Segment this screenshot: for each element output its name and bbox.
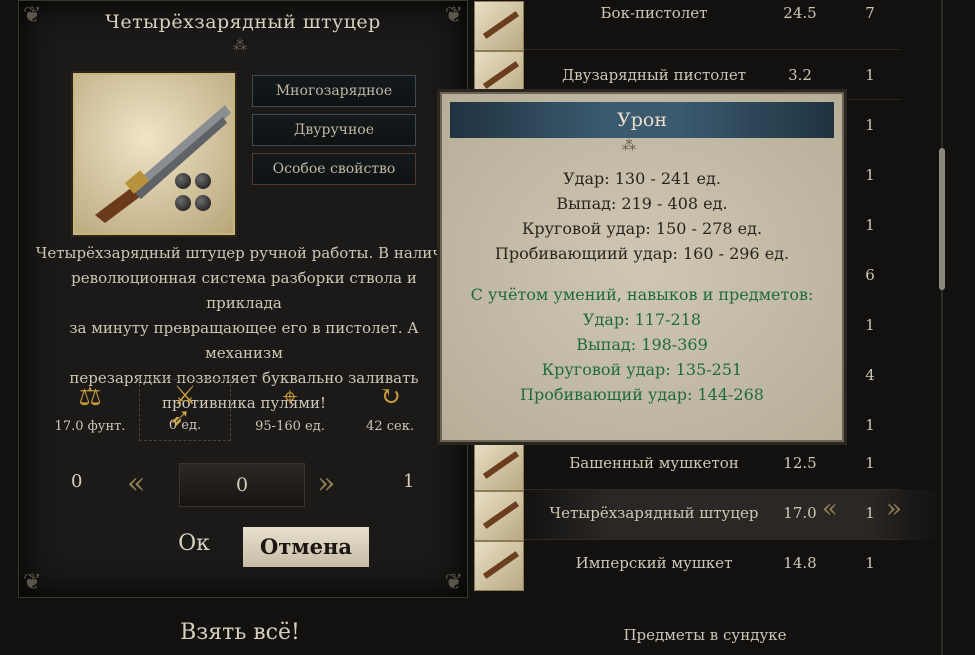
item-name: Башенный мушкетон <box>569 454 739 472</box>
damage-line: Круговой удар: 150 - 278 ед. <box>521 219 763 238</box>
item-count: 1 <box>865 66 875 84</box>
item-detail-panel: ❦ ❦ ❦ ❦ Четырёхзарядный штуцер ⁂ Многоза… <box>18 0 468 598</box>
description-line: Четырёхзарядный штуцер ручной работы. В … <box>35 244 453 262</box>
tag-multi-shot: Многозарядное <box>252 75 416 107</box>
stat-accuracy: ⌖ 95-160 ед. <box>245 381 335 434</box>
item-name: Двузарядный пистолет <box>561 66 747 84</box>
item-weight: 24.5 <box>783 4 817 22</box>
crosshair-icon: ⌖ <box>282 382 298 412</box>
decrease-arrow-icon[interactable]: « <box>822 494 838 524</box>
cancel-button[interactable]: Отмена <box>243 527 369 567</box>
damage-line: Выпад: 219 - 408 ед. <box>556 194 728 213</box>
chest-items-label: Предметы в сундуке <box>623 626 787 644</box>
item-weight: 17.0 <box>783 504 817 522</box>
item-title: Четырёхзарядный штуцер <box>105 11 381 33</box>
bullet-icon <box>195 195 211 211</box>
tag-two-handed: Двуручное <box>252 114 416 146</box>
skill-damage-line: Круговой удар: 135-251 <box>541 360 743 379</box>
damage-tooltip: Урон ⁂ Удар: 130 - 241 ед. Выпад: 219 - … <box>440 92 844 442</box>
skills-header: С учётом умений, навыков и предметов: <box>470 285 814 304</box>
item-count: 7 <box>865 4 875 22</box>
reload-icon: ↻ <box>379 382 401 412</box>
tooltip-ornament-icon: ⁂ <box>622 138 636 154</box>
bullet-icon <box>175 173 191 189</box>
item-count: 1 <box>865 316 875 334</box>
title-ornament-icon: ⁂ <box>233 38 247 54</box>
bullet-icon <box>175 195 191 211</box>
skill-damage-line: Удар: 117-218 <box>582 310 702 329</box>
list-item[interactable]: Башенный мушкетон 12.5 1 <box>470 440 940 491</box>
stat-reload: ↻ 42 сек. <box>345 381 435 434</box>
item-thumbnail <box>474 491 524 541</box>
take-all-button[interactable]: Взять всё! <box>160 620 320 645</box>
skill-damage-line: Пробивающий удар: 144-268 <box>520 385 764 404</box>
corner-ornament-icon: ❦ <box>23 570 42 595</box>
decrease-quantity-button[interactable]: « <box>127 461 145 507</box>
item-count: 1 <box>865 116 875 134</box>
item-count: 1 <box>865 554 875 572</box>
corner-ornament-icon: ❦ <box>444 570 463 595</box>
item-image <box>73 73 235 235</box>
increase-quantity-button[interactable]: » <box>317 461 335 507</box>
quantity-max: 1 <box>403 471 415 492</box>
increase-arrow-icon[interactable]: » <box>886 494 902 524</box>
item-weight: 3.2 <box>788 66 812 84</box>
damage-line: Пробивающиий удар: 160 - 296 ед. <box>494 244 790 263</box>
accuracy-value: 95-160 ед. <box>255 419 325 434</box>
item-name: Четырёхзарядный штуцер <box>549 504 759 522</box>
item-count: 1 <box>865 166 875 184</box>
item-thumbnail <box>474 1 524 51</box>
stat-weight: ⚖ 17.0 фунт. <box>45 381 135 434</box>
reload-value: 42 сек. <box>366 419 414 434</box>
description-line: революционная система разборки ствола и … <box>71 269 417 312</box>
item-name: Бок-пистолет <box>600 4 708 22</box>
list-item[interactable]: Бок-пистолет 24.5 7 <box>470 0 940 51</box>
damage-line: Удар: 130 - 241 ед. <box>563 169 721 188</box>
tag-special-property: Особое свойство <box>252 153 416 185</box>
list-item-selected[interactable]: Четырёхзарядный штуцер 17.0 « 1 » <box>470 490 940 541</box>
scales-icon: ⚖ <box>78 382 102 412</box>
quantity-min: 0 <box>71 471 83 492</box>
item-name: Имперский мушкет <box>575 554 733 572</box>
description-line: за минуту превращающее его в пистолет. А… <box>69 319 419 362</box>
item-weight: 14.8 <box>783 554 817 572</box>
item-thumbnail <box>474 541 524 591</box>
item-count: 1 <box>865 416 875 434</box>
item-count: 1 <box>865 216 875 234</box>
tooltip-title: Урон <box>450 102 834 138</box>
item-count: 4 <box>865 366 875 384</box>
quantity-value[interactable]: 0 <box>179 463 305 507</box>
bullet-icon <box>195 173 211 189</box>
rifle-icon <box>95 105 231 223</box>
item-count: 1 <box>865 454 875 472</box>
cursor-icon: ➶ <box>169 403 191 433</box>
skill-damage-line: Выпад: 198-369 <box>576 335 708 354</box>
item-weight: 12.5 <box>783 454 817 472</box>
list-item[interactable]: Имперский мушкет 14.8 1 <box>470 540 940 591</box>
ok-button[interactable]: Ок <box>159 531 229 556</box>
item-thumbnail <box>474 441 524 491</box>
item-count: 6 <box>865 266 875 284</box>
weight-value: 17.0 фунт. <box>54 419 126 434</box>
